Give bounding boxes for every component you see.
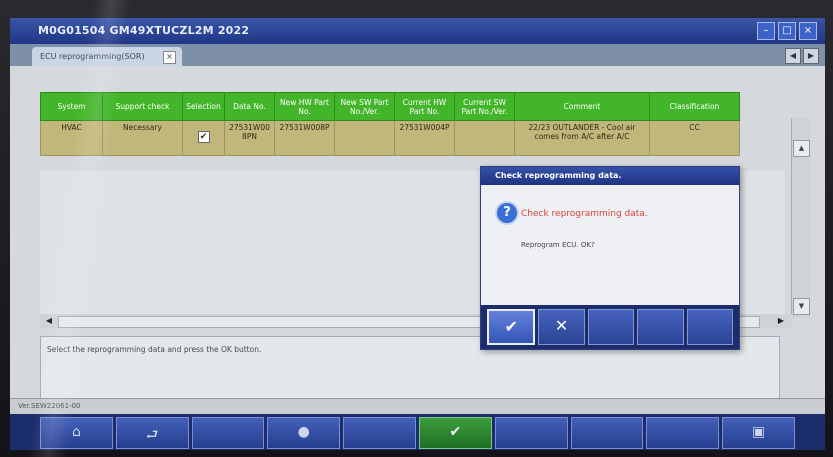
column-header[interactable]: Comment	[514, 92, 650, 121]
column-header[interactable]: Current HW Part No.	[394, 92, 455, 121]
column-header[interactable]: Selection	[182, 92, 225, 121]
scroll-up-icon[interactable]: ▲	[793, 140, 810, 157]
close-icon[interactable]: ×	[799, 22, 817, 40]
column-header[interactable]: New SW Part No./Ver.	[334, 92, 395, 121]
title-bar: M0G01504 GM49XTUCZL2M 2022 – □ ×	[10, 18, 825, 44]
cell-new-hw: 27531W008P	[274, 120, 335, 156]
column-header[interactable]: Data No.	[224, 92, 275, 121]
back-icon: ⮐	[145, 427, 159, 443]
camera-icon: ▣	[751, 424, 766, 440]
print-icon: ●	[297, 424, 310, 440]
app-screen: M0G01504 GM49XTUCZL2M 2022 – □ × ECU rep…	[10, 18, 825, 450]
column-header[interactable]: Classification	[649, 92, 740, 121]
toolbar-button-3[interactable]	[191, 417, 265, 449]
column-header[interactable]: New HW Part No.	[274, 92, 335, 121]
cell-support-check: Necessary	[102, 120, 183, 156]
column-header[interactable]: System	[40, 92, 103, 121]
cell-data-no: 27531W00 8PN	[224, 120, 275, 156]
dialog-title: Check reprogramming data.	[495, 171, 622, 180]
back-button[interactable]: ⮐	[115, 417, 189, 449]
question-icon: ?	[495, 201, 519, 225]
home-icon: ⌂	[71, 424, 81, 440]
minimize-icon[interactable]: –	[757, 22, 775, 40]
version-text: Ver.SEW22061-00	[18, 402, 81, 410]
ok-button[interactable]: ✔	[418, 417, 492, 449]
column-header[interactable]: Current SW Part No./Ver.	[454, 92, 515, 121]
dialog-title-bar: Check reprogramming data.	[481, 167, 739, 185]
tab-navigation: ◀ ▶	[785, 48, 819, 64]
cell-comment: 22/23 OUTLANDER - Cool air comes from A/…	[514, 120, 650, 156]
dialog-message: Reprogram ECU. OK?	[521, 241, 595, 249]
dialog-cancel-button[interactable]: ✕	[538, 309, 585, 345]
dialog-heading: Check reprogramming data.	[521, 209, 648, 219]
home-button[interactable]: ⌂	[40, 417, 113, 449]
cell-current-hw: 27531W004P	[394, 120, 455, 156]
cross-icon: ✕	[554, 316, 569, 335]
dialog-button-4[interactable]	[637, 309, 684, 345]
table-header-row: System Support check Selection Data No. …	[40, 92, 740, 121]
cell-system: HVAC	[40, 120, 103, 156]
tab-close-icon[interactable]: ×	[163, 51, 176, 64]
window-title: M0G01504 GM49XTUCZL2M 2022	[38, 24, 250, 37]
reprogramming-table: System Support check Selection Data No. …	[40, 92, 740, 156]
scroll-left-icon[interactable]: ◀	[42, 314, 56, 328]
dialog-button-3[interactable]	[587, 309, 635, 345]
instruction-text: Select the reprogramming data and press …	[47, 345, 262, 354]
column-header[interactable]: Support check	[102, 92, 183, 121]
cell-new-sw	[334, 120, 395, 156]
tab-prev-icon[interactable]: ◀	[785, 48, 801, 64]
table-row[interactable]: HVAC Necessary ✔ 27531W00 8PN 27531W008P…	[40, 120, 740, 156]
dialog-button-bar: ✔ ✕	[481, 305, 739, 349]
scroll-down-icon[interactable]: ▼	[793, 298, 810, 315]
tab-label: ECU reprogramming(SOR)	[40, 52, 145, 61]
toolbar-button-7[interactable]	[494, 417, 568, 449]
scroll-right-icon[interactable]: ▶	[774, 314, 788, 328]
tab-next-icon[interactable]: ▶	[803, 48, 819, 64]
tab-ecu-reprogramming[interactable]: ECU reprogramming(SOR) ×	[32, 47, 182, 66]
toolbar-button-8[interactable]	[570, 417, 644, 449]
checkmark-icon: ✔	[504, 317, 518, 336]
dialog-ok-button[interactable]: ✔	[487, 309, 536, 345]
maximize-icon[interactable]: □	[778, 22, 796, 40]
tab-strip: ECU reprogramming(SOR) × ◀ ▶	[10, 44, 825, 66]
toolbar-button-5[interactable]	[343, 417, 416, 449]
screenshot-button[interactable]: ▣	[722, 417, 795, 449]
dialog-button-5[interactable]	[686, 309, 734, 345]
vertical-scrollbar[interactable]: ▲ ▼	[791, 118, 810, 318]
toolbar-button-9[interactable]	[646, 417, 720, 449]
bottom-toolbar: ⌂ ⮐ ● ✔ ▣	[10, 414, 825, 450]
checkmark-icon: ✔	[449, 424, 462, 440]
print-button[interactable]: ●	[267, 417, 341, 449]
window-controls: – □ ×	[757, 22, 817, 40]
selection-checkbox[interactable]: ✔	[197, 131, 210, 143]
cell-selection: ✔	[182, 120, 225, 156]
confirm-dialog: Check reprogramming data. ? Check reprog…	[480, 166, 740, 350]
status-bar: Ver.SEW22061-00	[10, 398, 825, 415]
cell-classification: CC	[649, 120, 740, 156]
cell-current-sw	[454, 120, 515, 156]
